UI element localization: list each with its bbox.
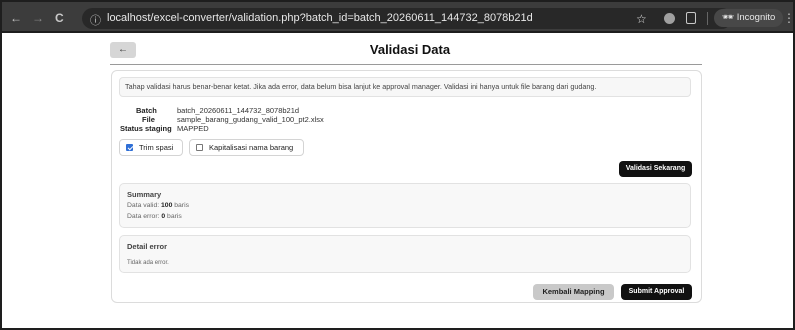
submit-approval-button[interactable]: Submit Approval xyxy=(621,284,692,300)
detail-error-panel: Detail error Tidak ada error. xyxy=(119,235,691,273)
trim-spasi-label: Trim spasi xyxy=(139,143,174,152)
data-error-text: Data error: 0 baris xyxy=(127,213,182,220)
kapitalisasi-label: Kapitalisasi nama barang xyxy=(209,143,294,152)
kembali-mapping-button[interactable]: Kembali Mapping xyxy=(533,284,614,300)
page-title: Validasi Data xyxy=(369,42,451,57)
toolbar-divider xyxy=(707,12,708,25)
data-valid-text: Data valid: 100 baris xyxy=(127,202,189,209)
back-arrow-icon[interactable]: ← xyxy=(10,12,22,24)
trim-spasi-checkbox[interactable] xyxy=(126,144,133,151)
address-bar[interactable]: ⓘ localhost/excel-converter/validation.p… xyxy=(82,8,732,29)
validasi-sekarang-button[interactable]: Validasi Sekarang xyxy=(619,161,692,177)
extension-icon[interactable] xyxy=(664,13,675,24)
file-value: sample_barang_gudang_valid_100_pt2.xlsx xyxy=(177,115,324,124)
kapitalisasi-checkbox[interactable] xyxy=(196,144,203,151)
batch-label: Batch xyxy=(136,106,157,115)
summary-panel: Summary Data valid: 100 baris Data error… xyxy=(119,183,691,228)
reload-icon[interactable]: C xyxy=(55,12,64,24)
header-divider xyxy=(110,64,702,65)
bookmark-star-icon[interactable]: ☆ xyxy=(636,12,647,26)
detail-error-title: Detail error xyxy=(127,242,168,251)
status-staging-label: Status staging xyxy=(120,124,172,133)
browser-menu-icon[interactable]: ⋮ xyxy=(783,11,795,25)
info-notice: Tahap validasi harus benar-benar ketat. … xyxy=(119,77,691,97)
summary-title: Summary xyxy=(127,190,162,199)
url-text[interactable]: localhost/excel-converter/validation.php… xyxy=(107,12,533,24)
forward-arrow-icon[interactable]: → xyxy=(32,12,44,24)
incognito-icon: 🕶 xyxy=(722,12,735,23)
incognito-badge[interactable]: 🕶 Incognito xyxy=(714,9,784,27)
extensions-puzzle-icon[interactable] xyxy=(686,12,696,24)
file-label: File xyxy=(142,115,155,124)
trim-spasi-option[interactable]: Trim spasi xyxy=(119,139,183,156)
status-staging-value: MAPPED xyxy=(177,124,209,133)
site-info-icon[interactable]: ⓘ xyxy=(90,12,101,28)
kapitalisasi-option[interactable]: Kapitalisasi nama barang xyxy=(189,139,304,156)
batch-value: batch_20260611_144732_8078b21d xyxy=(177,106,300,115)
browser-toolbar: ← → C ⓘ localhost/excel-converter/valida… xyxy=(0,0,795,33)
incognito-label: Incognito xyxy=(736,12,776,23)
detail-error-message: Tidak ada error. xyxy=(127,260,169,266)
back-button[interactable]: ← xyxy=(110,42,136,58)
